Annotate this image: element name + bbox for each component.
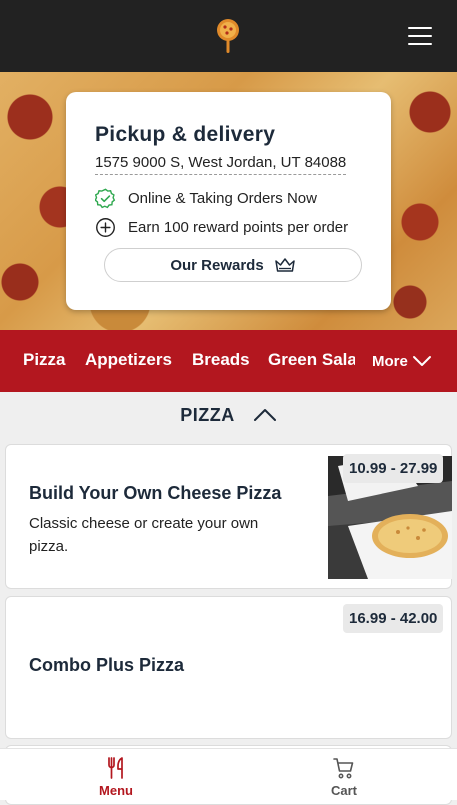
category-appetizers[interactable]: Appetizers [85,350,172,370]
pizza-peel-logo-icon[interactable] [214,17,242,53]
plus-circle-icon [96,218,115,237]
category-pizza[interactable]: Pizza [23,350,66,370]
bottom-navigation: Menu Cart [0,748,457,800]
crown-icon [274,258,295,272]
check-badge-icon [95,188,116,209]
menu-item-card[interactable]: Combo Plus Pizza 16.99 - 42.00 [5,596,452,739]
rewards-info-text: Earn 100 reward points per order [128,219,349,236]
fork-knife-icon [108,757,123,779]
hamburger-menu-icon[interactable] [408,27,432,47]
more-categories-button[interactable]: More [355,330,457,392]
section-header[interactable]: PIZZA [0,392,457,438]
more-label: More [372,352,408,370]
store-status: Online & Taking Orders Now [95,188,317,209]
section-title: PIZZA [180,404,235,425]
item-name: Build Your Own Cheese Pizza [29,483,282,503]
category-green-salads[interactable]: Green Sala [268,350,357,370]
nav-cart-label: Cart [330,783,357,798]
card-title: Pickup & delivery [95,123,276,146]
rewards-info: Earn 100 reward points per order [95,217,348,238]
menu-item-card[interactable]: Build Your Own Cheese Pizza Classic chee… [5,444,452,589]
top-bar [0,0,457,72]
cart-icon [333,758,354,779]
our-rewards-label: Our Rewards [170,256,264,274]
nav-cart-tab[interactable]: Cart [284,749,404,801]
store-address[interactable]: 1575 9000 S, West Jordan, UT 84088 [95,154,347,175]
price-badge: 16.99 - 42.00 [343,604,444,633]
our-rewards-button[interactable]: Our Rewards [104,248,362,282]
price-badge: 10.99 - 27.99 [343,454,444,483]
nav-menu-label: Menu [99,783,133,798]
category-nav: Pizza Appetizers Breads Green Sala More [0,330,457,392]
item-name: Combo Plus Pizza [29,655,185,675]
category-breads[interactable]: Breads [192,350,250,370]
chevron-up-icon [253,409,276,421]
store-info-card: Pickup & delivery 1575 9000 S, West Jord… [66,92,391,310]
status-text: Online & Taking Orders Now [128,190,317,207]
item-description: Classic cheese or create your own pizza. [29,515,259,555]
chevron-down-icon [412,356,431,366]
nav-menu-tab[interactable]: Menu [56,749,176,801]
